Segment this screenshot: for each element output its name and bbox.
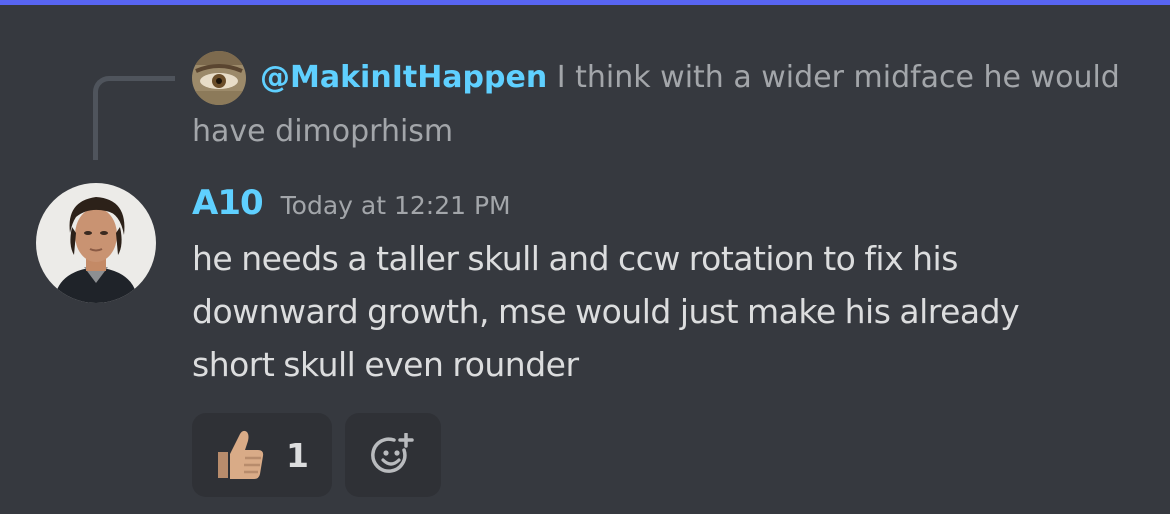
- reply-preview[interactable]: @MakinItHappen I think with a wider midf…: [260, 58, 1120, 98]
- message-line: short skull even rounder: [192, 345, 579, 384]
- reaction-thumbs-up[interactable]: 1: [192, 413, 332, 497]
- reply-connector: [93, 76, 175, 160]
- reaction-count: 1: [286, 435, 309, 475]
- reply-author-avatar[interactable]: [192, 51, 246, 105]
- message-author-name[interactable]: A10: [192, 183, 264, 223]
- add-reaction-icon: [371, 433, 414, 473]
- reply-author-name[interactable]: @MakinItHappen: [260, 60, 547, 95]
- eye-avatar-image: [192, 51, 246, 105]
- top-accent-bar: [0, 0, 1170, 5]
- add-reaction-button[interactable]: [345, 413, 441, 497]
- message-author-avatar[interactable]: [36, 183, 156, 303]
- thumbs-up-icon: [218, 430, 264, 479]
- message-content: he needs a taller skull and ccw rotation…: [192, 232, 1132, 391]
- reply-text-line1: I think with a wider midface he would: [556, 60, 1120, 95]
- reply-text-line2: have dimoprhism: [192, 114, 454, 149]
- reactions-bar: 1: [192, 413, 441, 497]
- message-timestamp[interactable]: Today at 12:21 PM: [281, 191, 511, 220]
- message-line: downward growth, mse would just make his…: [192, 292, 1020, 331]
- message-header: A10 Today at 12:21 PM: [192, 181, 511, 228]
- portrait-avatar-image: [36, 183, 156, 303]
- message-line: he needs a taller skull and ccw rotation…: [192, 239, 958, 278]
